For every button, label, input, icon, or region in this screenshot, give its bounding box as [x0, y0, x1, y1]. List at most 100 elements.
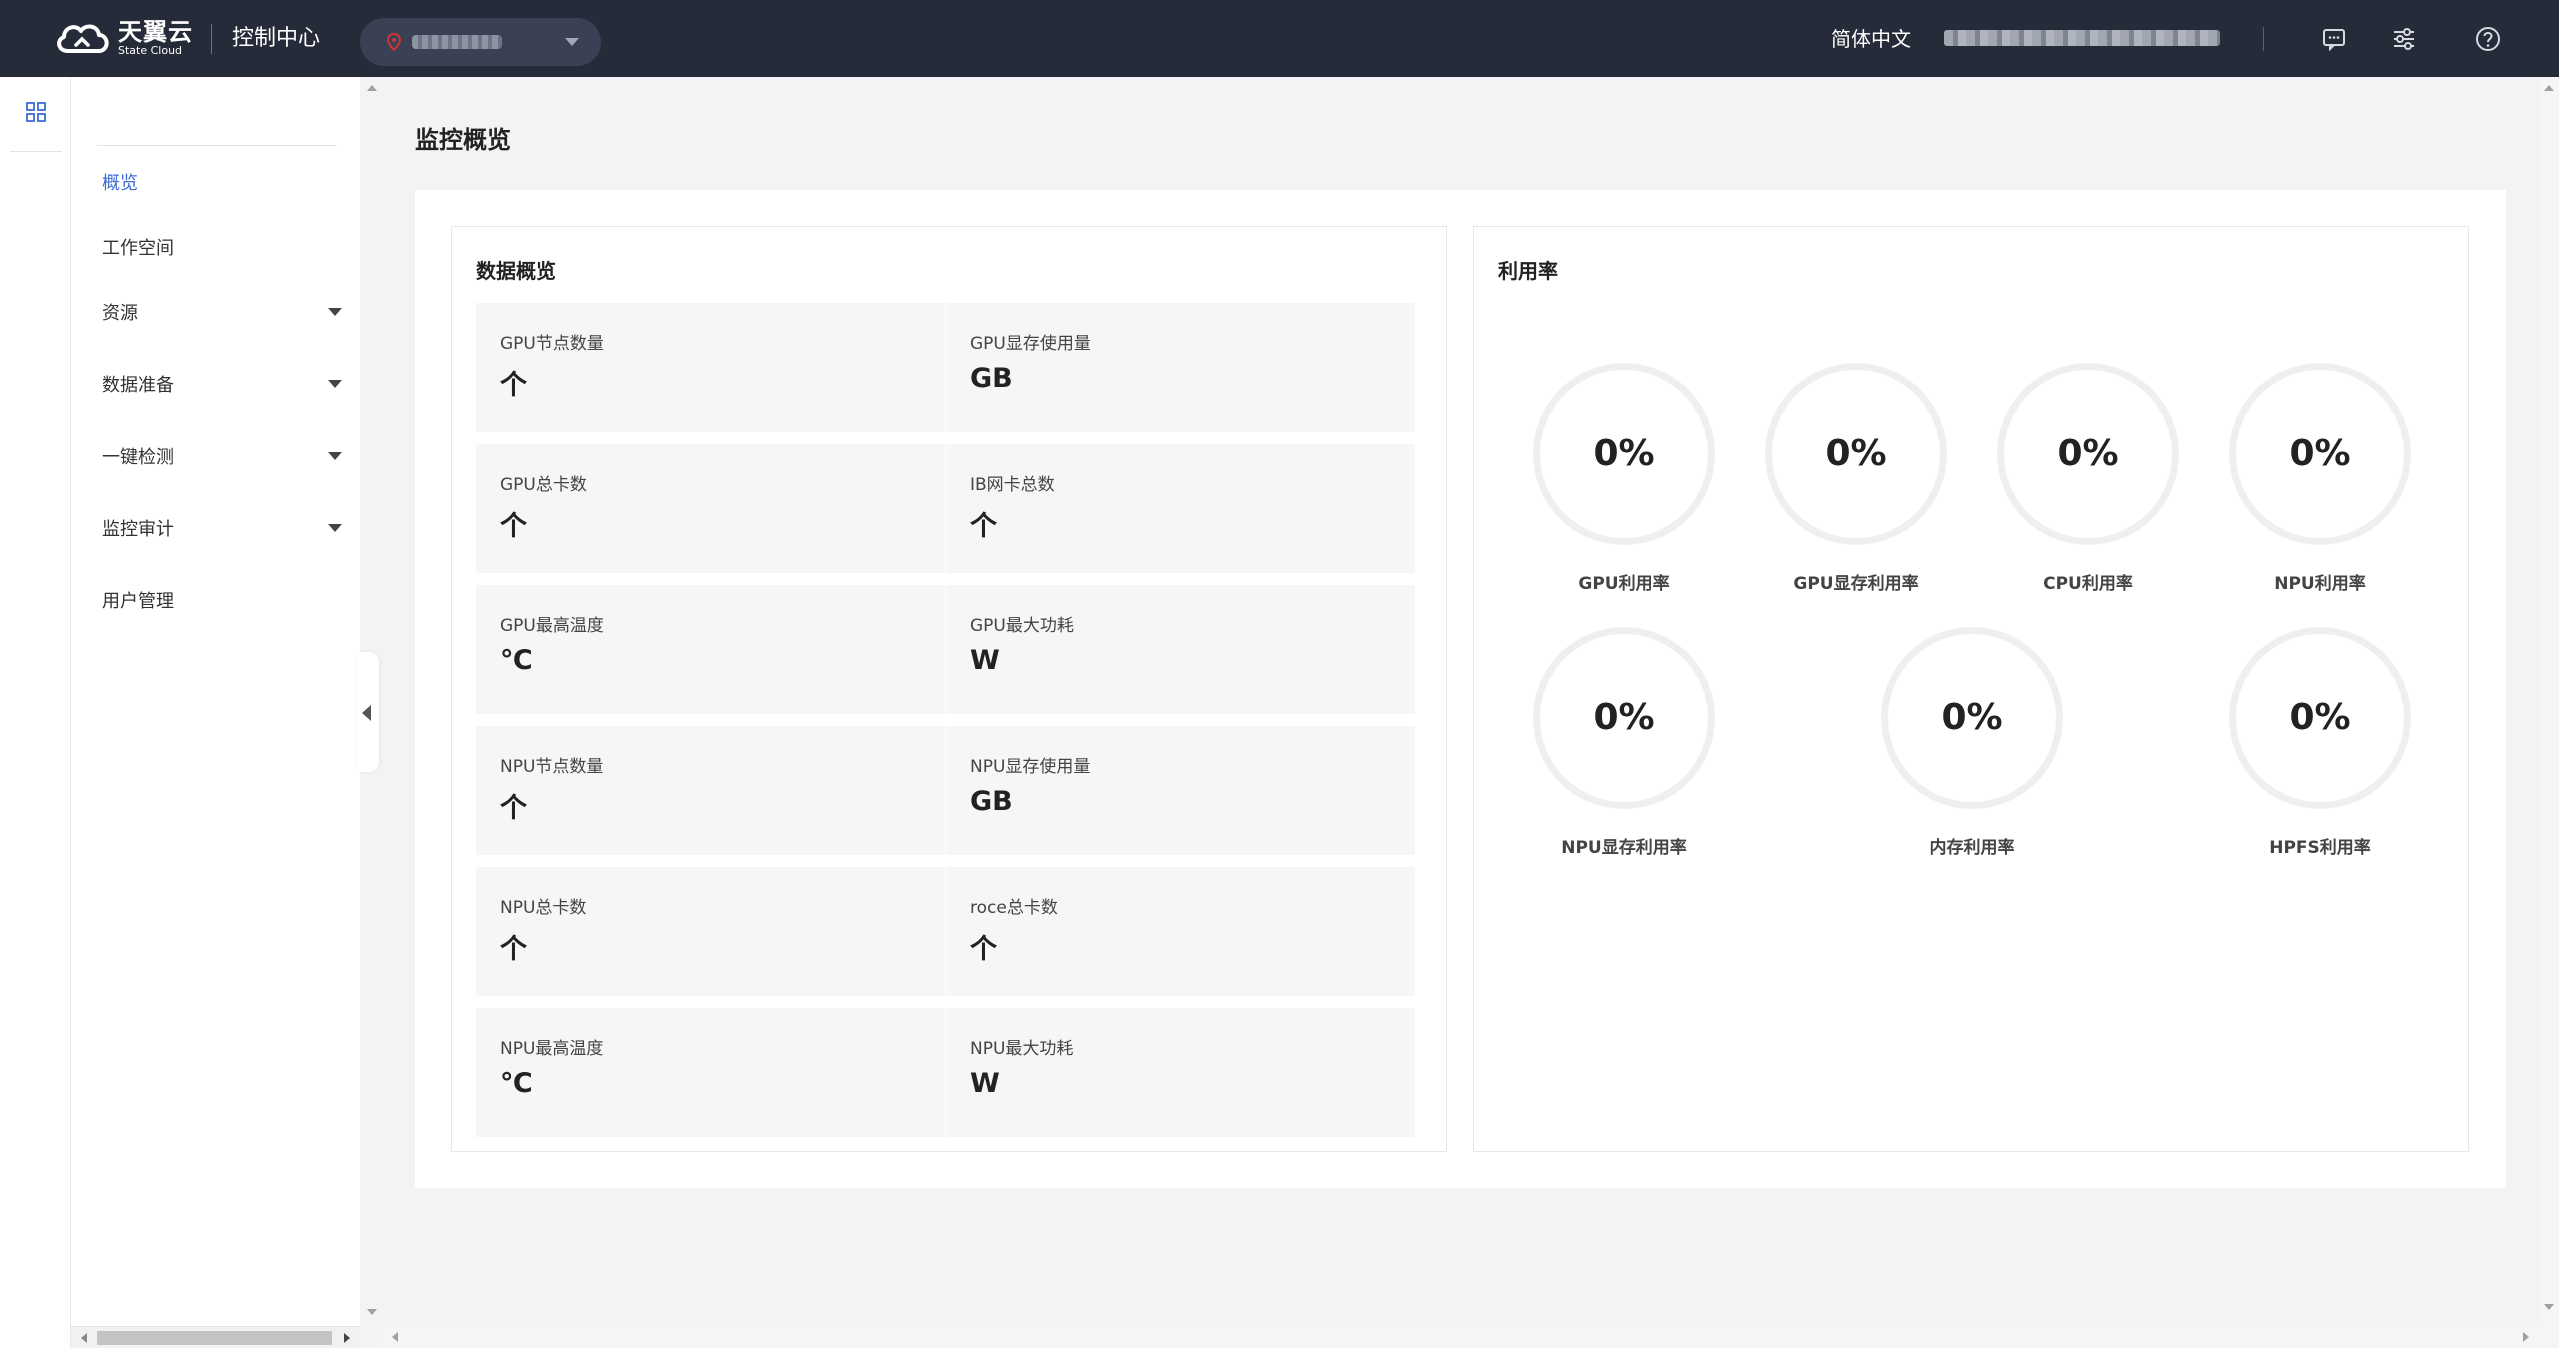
stat-label: NPU总卡数: [500, 898, 587, 918]
scroll-down-icon[interactable]: [367, 1309, 377, 1315]
location-pin-icon: [386, 33, 402, 51]
utilization-gauge: 0% NPU显存利用率: [1514, 627, 1734, 858]
gauge-label: NPU显存利用率: [1561, 838, 1687, 858]
sidebar-item-data-preparation[interactable]: 数据准备: [102, 364, 342, 404]
sidebar-horizontal-scrollbar[interactable]: [71, 1326, 360, 1348]
header-divider: [2263, 27, 2264, 51]
logo-divider: [211, 24, 212, 54]
menu-divider: [97, 145, 337, 146]
stat-card: NPU显存使用量 GB: [946, 726, 1415, 855]
language-switch[interactable]: 简体中文: [1831, 26, 1911, 52]
stat-unit: 个: [500, 934, 527, 965]
chevron-down-icon: [328, 308, 342, 316]
sidebar-item-monitoring-audit[interactable]: 监控审计: [102, 508, 342, 548]
stat-card: GPU最高温度 ℃: [476, 585, 945, 714]
stat-card: GPU最大功耗 W: [946, 585, 1415, 714]
stat-unit: W: [970, 1068, 1000, 1099]
utilization-gauge: 0% NPU利用率: [2210, 363, 2430, 594]
page-vertical-scrollbar[interactable]: [2539, 77, 2559, 1348]
gauge-value: 0%: [1593, 433, 1655, 474]
gauge-label: GPU利用率: [1578, 574, 1670, 594]
grid-icon[interactable]: [25, 101, 47, 123]
sidebar-item-one-click-check[interactable]: 一键检测: [102, 436, 342, 476]
stat-card: NPU总卡数个: [476, 867, 945, 996]
gauge-label: CPU利用率: [2043, 574, 2133, 594]
sidebar-item-workspace[interactable]: 工作空间: [102, 227, 342, 267]
stat-unit: 个: [500, 511, 527, 542]
data-overview-panel: 数据概览 GPU节点数量个 GPU显存使用量 GB GPU总卡数个 IB网卡总数个 GPU…: [451, 226, 1447, 1152]
sidebar-item-overview[interactable]: 概览: [102, 162, 342, 202]
monitoring-card: 数据概览 GPU节点数量个 GPU显存使用量 GB GPU总卡数个 IB网卡总数个 GPU…: [415, 190, 2506, 1188]
chevron-down-icon: [328, 524, 342, 532]
account-name-redacted[interactable]: [1944, 30, 2220, 46]
sidebar-item-resources[interactable]: 资源: [102, 292, 342, 332]
stat-card: NPU最大功耗 W: [946, 1008, 1415, 1137]
stat-card: GPU显存使用量 GB: [946, 303, 1415, 432]
stat-card: GPU总卡数个: [476, 444, 945, 573]
scroll-right-icon[interactable]: [2523, 1332, 2529, 1342]
brand-logo[interactable]: 天翼云 State Cloud: [52, 18, 193, 58]
stat-unit: W: [970, 645, 1000, 676]
stat-unit: 个: [500, 793, 527, 824]
stat-label: GPU最高温度: [500, 616, 604, 636]
stat-unit: ℃: [500, 1068, 533, 1099]
cloud-logo-icon: [57, 24, 109, 53]
stat-unit: 个: [970, 511, 997, 542]
sidebar-item-label: 用户管理: [102, 591, 174, 612]
sidebar-item-label: 概览: [102, 173, 138, 194]
logo-name-en: State Cloud: [118, 44, 183, 57]
scroll-right-icon[interactable]: [344, 1333, 350, 1343]
gauge-label: HPFS利用率: [2269, 838, 2371, 858]
stat-unit: 个: [500, 370, 527, 401]
message-icon[interactable]: [2320, 25, 2348, 53]
stat-label: GPU最大功耗: [970, 616, 1074, 636]
scroll-left-icon[interactable]: [392, 1332, 398, 1342]
help-icon[interactable]: [2474, 25, 2502, 53]
gauge-label: GPU显存利用率: [1793, 574, 1919, 594]
scroll-up-icon[interactable]: [367, 85, 377, 91]
gauge-value: 0%: [1941, 697, 2003, 738]
sidebar-item-user-management[interactable]: 用户管理: [102, 580, 342, 620]
region-value-redacted: [412, 35, 502, 49]
stat-label: IB网卡总数: [970, 475, 1055, 495]
stat-label: roce总卡数: [970, 898, 1058, 918]
scroll-up-icon[interactable]: [2544, 85, 2554, 91]
stat-label: GPU节点数量: [500, 334, 604, 354]
gauge-value: 0%: [1825, 433, 1887, 474]
gauge-value: 0%: [1593, 697, 1655, 738]
chevron-down-icon: [328, 380, 342, 388]
stat-card: NPU节点数量个: [476, 726, 945, 855]
content-vertical-scrollbar-left[interactable]: [362, 77, 382, 1327]
scrollbar-thumb[interactable]: [97, 1331, 332, 1345]
product-rail: [0, 77, 71, 1348]
console-title[interactable]: 控制中心: [232, 25, 320, 53]
page-horizontal-scrollbar[interactable]: [382, 1326, 2539, 1348]
stat-card: IB网卡总数个: [946, 444, 1415, 573]
stat-unit: GB: [970, 363, 1013, 394]
sidebar-item-label: 资源: [102, 303, 138, 324]
gauge-value: 0%: [2289, 697, 2351, 738]
panel-title: 利用率: [1498, 259, 1558, 283]
utilization-panel: 利用率 0% GPU利用率 0% GPU显存利用率 0% CPU利用率 0% NPU利用率 0%…: [1473, 226, 2469, 1152]
utilization-gauge: 0% GPU显存利用率: [1746, 363, 1966, 594]
utilization-gauge: 0% HPFS利用率: [2210, 627, 2430, 858]
gauge-label: NPU利用率: [2274, 574, 2366, 594]
gauge-label: 内存利用率: [1929, 838, 2015, 858]
settings-sliders-icon[interactable]: [2390, 25, 2418, 53]
page-title: 监控概览: [415, 126, 511, 154]
gauge-value: 0%: [2057, 433, 2119, 474]
region-selector[interactable]: [360, 18, 601, 66]
stat-label: NPU最大功耗: [970, 1039, 1074, 1059]
chevron-down-icon: [565, 38, 579, 46]
stat-card: GPU节点数量个: [476, 303, 945, 432]
stat-label: NPU最高温度: [500, 1039, 604, 1059]
scroll-down-icon[interactable]: [2544, 1304, 2554, 1310]
stat-label: GPU总卡数: [500, 475, 587, 495]
sidebar-menu: 概览 工作空间 资源 数据准备 一键检测 监控审计 用户管理: [71, 77, 360, 1348]
scroll-left-icon[interactable]: [81, 1333, 87, 1343]
utilization-gauge: 0% CPU利用率: [1978, 363, 2198, 594]
rail-divider: [10, 151, 62, 152]
stat-card: roce总卡数个: [946, 867, 1415, 996]
chevron-down-icon: [328, 452, 342, 460]
utilization-gauge: 0% GPU利用率: [1514, 363, 1734, 594]
